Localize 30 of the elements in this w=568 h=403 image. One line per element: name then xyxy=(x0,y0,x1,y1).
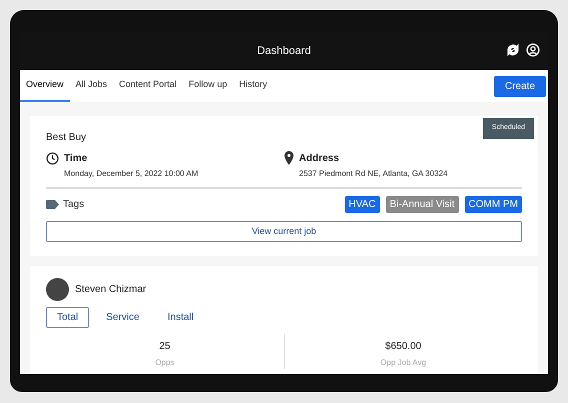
map-pin-icon xyxy=(284,151,294,165)
time-value: Monday, December 5, 2022 10:00 AM xyxy=(64,168,198,180)
avatar xyxy=(46,278,69,301)
nav-tab[interactable]: Overview xyxy=(20,70,70,102)
tag-chip: HVAC xyxy=(344,196,380,213)
tags-label: Tags xyxy=(63,198,84,212)
customer-name: Best Buy xyxy=(46,131,88,145)
address-label: Address xyxy=(299,152,340,166)
filter-tab[interactable]: Install xyxy=(156,307,205,328)
nav-tab[interactable]: Content Portal xyxy=(113,70,183,102)
stat-label: Opps xyxy=(155,357,174,369)
filter-tab[interactable]: Total xyxy=(46,307,90,328)
technician-name: Steven Chizmar xyxy=(75,283,146,297)
user-account-icon[interactable] xyxy=(526,43,540,57)
clock-icon xyxy=(46,152,59,165)
tag-chip: COMM PM xyxy=(464,196,522,213)
view-current-job-button[interactable]: View current job xyxy=(46,221,522,242)
address-value: 2537 Piedmont Rd NE, Atlanta, GA 30324 xyxy=(299,168,448,180)
nav-tab[interactable]: History xyxy=(233,70,274,102)
nav-tab[interactable]: All Jobs xyxy=(70,70,114,102)
tag-chip: Bi-Annual Visit xyxy=(386,196,459,213)
stat-label: Opp Job Avg xyxy=(380,357,426,369)
filter-tab[interactable]: Service xyxy=(95,307,150,328)
time-label: Time xyxy=(64,152,88,166)
header-title: Dashboard xyxy=(257,44,311,59)
create-button[interactable]: Create xyxy=(494,76,546,96)
tag-icon xyxy=(46,200,59,209)
stat-value: 25 xyxy=(159,340,170,354)
stat-value: $650.00 xyxy=(385,340,422,354)
nav-tab[interactable]: Follow up xyxy=(182,70,234,102)
